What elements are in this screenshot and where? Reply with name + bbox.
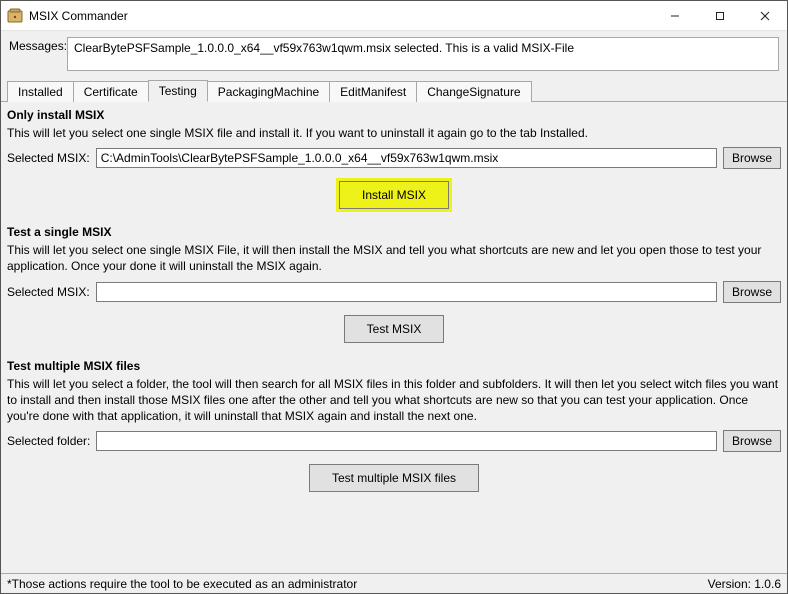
status-version-text: Version: 1.0.6	[708, 577, 781, 591]
test-multiple-field-label: Selected folder:	[7, 434, 90, 448]
titlebar: MSIX Commander	[1, 1, 787, 31]
tab-editmanifest[interactable]: EditManifest	[329, 81, 417, 102]
app-window: MSIX Commander Messages: ClearBytePSFSam…	[0, 0, 788, 594]
minimize-button[interactable]	[652, 1, 697, 30]
only-install-msix-input[interactable]	[96, 148, 717, 168]
only-install-title: Only install MSIX	[7, 108, 781, 122]
test-single-msix-input[interactable]	[96, 282, 717, 302]
test-multiple-title: Test multiple MSIX files	[7, 359, 781, 373]
test-multiple-msix-button[interactable]: Test multiple MSIX files	[309, 464, 479, 492]
only-install-browse-button[interactable]: Browse	[723, 147, 781, 169]
tab-testing[interactable]: Testing	[148, 80, 208, 102]
messages-label: Messages:	[9, 37, 67, 53]
install-msix-button[interactable]: Install MSIX	[339, 181, 449, 209]
only-install-field-label: Selected MSIX:	[7, 151, 90, 165]
tab-installed[interactable]: Installed	[7, 81, 74, 102]
status-left-text: *Those actions require the tool to be ex…	[7, 577, 357, 591]
test-single-browse-button[interactable]: Browse	[723, 281, 781, 303]
only-install-action-wrap: Install MSIX	[7, 181, 781, 209]
tab-certificate[interactable]: Certificate	[73, 81, 149, 102]
tab-packagingmachine[interactable]: PackagingMachine	[207, 81, 330, 102]
only-install-field-row: Selected MSIX: Browse	[7, 147, 781, 169]
maximize-button[interactable]	[697, 1, 742, 30]
test-single-field-label: Selected MSIX:	[7, 285, 90, 299]
only-install-text: This will let you select one single MSIX…	[7, 125, 781, 141]
test-single-action-wrap: Test MSIX	[7, 315, 781, 343]
tab-changesignature[interactable]: ChangeSignature	[416, 81, 531, 102]
messages-textbox[interactable]: ClearBytePSFSample_1.0.0.0_x64__vf59x763…	[67, 37, 779, 71]
test-msix-button[interactable]: Test MSIX	[344, 315, 445, 343]
close-button[interactable]	[742, 1, 787, 30]
tabs-strip: Installed Certificate Testing PackagingM…	[1, 79, 787, 101]
messages-area: Messages: ClearBytePSFSample_1.0.0.0_x64…	[1, 31, 787, 79]
test-multiple-action-wrap: Test multiple MSIX files	[7, 464, 781, 492]
test-single-title: Test a single MSIX	[7, 225, 781, 239]
app-icon	[7, 8, 23, 24]
test-single-text: This will let you select one single MSIX…	[7, 242, 781, 274]
test-multiple-field-row: Selected folder: Browse	[7, 430, 781, 452]
test-multiple-folder-input[interactable]	[96, 431, 717, 451]
window-controls	[652, 1, 787, 30]
statusbar: *Those actions require the tool to be ex…	[1, 573, 787, 593]
tab-panel-testing: Only install MSIX This will let you sele…	[1, 101, 787, 573]
test-single-field-row: Selected MSIX: Browse	[7, 281, 781, 303]
window-title: MSIX Commander	[29, 9, 652, 23]
test-multiple-browse-button[interactable]: Browse	[723, 430, 781, 452]
test-multiple-text: This will let you select a folder, the t…	[7, 376, 781, 425]
